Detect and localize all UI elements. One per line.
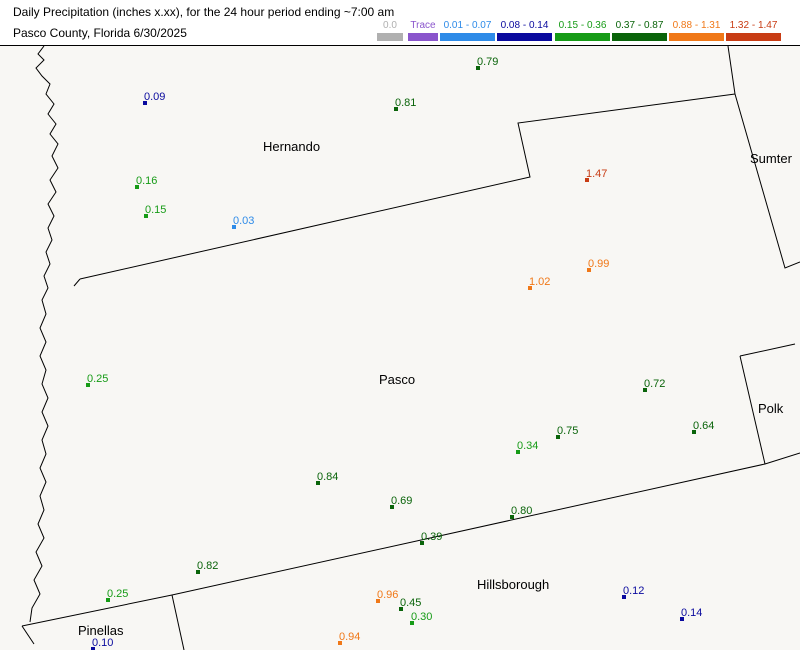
station-value-label: 0.15 <box>145 204 166 216</box>
station-observation: 0.99 <box>587 258 609 272</box>
station-value-label: 0.80 <box>511 505 532 517</box>
station-observation: 0.25 <box>86 373 108 387</box>
station-observation: 0.10 <box>91 637 113 650</box>
station-value-label: 0.34 <box>517 440 538 452</box>
station-value-label: 0.79 <box>477 56 498 68</box>
station-observation: 0.81 <box>394 97 416 111</box>
station-value-label: 0.69 <box>391 495 412 507</box>
station-observation: 0.39 <box>420 531 442 545</box>
map-header: Daily Precipitation (inches x.xx), for t… <box>0 0 800 46</box>
county-label-sumter: Sumter <box>750 151 793 166</box>
station-value-label: 0.75 <box>557 425 578 437</box>
county-label-hillsborough: Hillsborough <box>477 577 549 592</box>
station-observation: 0.34 <box>516 440 538 454</box>
station-value-label: 0.99 <box>588 258 609 270</box>
station-value-label: 0.45 <box>400 597 421 609</box>
station-observation: 0.30 <box>410 611 432 625</box>
map-subtitle: Pasco County, Florida 6/30/2025 <box>13 26 187 40</box>
map-title: Daily Precipitation (inches x.xx), for t… <box>13 5 395 19</box>
station-value-label: 1.02 <box>529 276 550 288</box>
station-observation: 0.45 <box>399 597 421 611</box>
station-value-label: 0.84 <box>317 471 338 483</box>
station-value-label: 0.30 <box>411 611 432 623</box>
station-value-label: 0.25 <box>107 588 128 600</box>
station-observation: 0.16 <box>135 175 157 189</box>
legend-swatch <box>440 33 495 41</box>
station-value-label: 0.94 <box>339 631 360 643</box>
legend-label: 0.15 - 0.36 <box>558 20 607 31</box>
legend-swatch <box>408 33 438 41</box>
station-observation: 0.80 <box>510 505 532 519</box>
map-background <box>0 46 800 650</box>
station-observation: 0.15 <box>144 204 166 218</box>
station-observation: 0.96 <box>376 589 398 603</box>
station-observation: 0.79 <box>476 56 498 70</box>
station-value-label: 0.82 <box>197 560 218 572</box>
legend-swatch <box>669 33 724 41</box>
station-value-label: 0.72 <box>644 378 665 390</box>
station-observation: 0.69 <box>390 495 412 509</box>
county-label-pinellas: Pinellas <box>78 623 124 638</box>
legend-label: 0.01 - 0.07 <box>443 20 492 31</box>
station-value-label: 1.47 <box>586 168 607 180</box>
station-value-label: 0.14 <box>681 607 702 619</box>
station-value-label: 0.03 <box>233 215 254 227</box>
county-label-pasco: Pasco <box>379 372 415 387</box>
precipitation-map: Hernando Sumter Pasco Polk Hillsborough … <box>0 46 800 650</box>
station-observation: 0.09 <box>143 91 165 105</box>
station-observation: 0.12 <box>622 585 644 599</box>
station-value-label: 0.64 <box>693 420 714 432</box>
station-observation: 0.72 <box>643 378 665 392</box>
legend-swatch <box>497 33 552 41</box>
station-value-label: 0.25 <box>87 373 108 385</box>
station-value-label: 0.09 <box>144 91 165 103</box>
station-value-label: 0.16 <box>136 175 157 187</box>
station-observation: 0.75 <box>556 425 578 439</box>
legend-swatch <box>555 33 610 41</box>
legend-swatch <box>612 33 667 41</box>
station-value-label: 0.96 <box>377 589 398 601</box>
station-observation: 0.64 <box>692 420 714 434</box>
station-observation: 0.84 <box>316 471 338 485</box>
station-observation: 0.03 <box>232 215 254 229</box>
legend-swatch <box>377 33 403 41</box>
station-value-label: 0.10 <box>92 637 113 649</box>
legend-label: 0.37 - 0.87 <box>615 20 664 31</box>
station-value-label: 0.81 <box>395 97 416 109</box>
station-observation: 1.47 <box>585 168 607 182</box>
station-observation: 0.14 <box>680 607 702 621</box>
station-value-label: 0.12 <box>623 585 644 597</box>
station-observation: 0.94 <box>338 631 360 645</box>
legend-swatch <box>726 33 781 41</box>
county-label-polk: Polk <box>758 401 784 416</box>
county-label-hernando: Hernando <box>263 139 320 154</box>
station-observation: 0.82 <box>196 560 218 574</box>
legend-label: 0.08 - 0.14 <box>500 20 549 31</box>
station-observation: 1.02 <box>528 276 550 290</box>
legend-label: 0.88 - 1.31 <box>672 20 721 31</box>
station-observation: 0.25 <box>106 588 128 602</box>
station-value-label: 0.39 <box>421 531 442 543</box>
legend-label: 1.32 - 1.47 <box>729 20 778 31</box>
